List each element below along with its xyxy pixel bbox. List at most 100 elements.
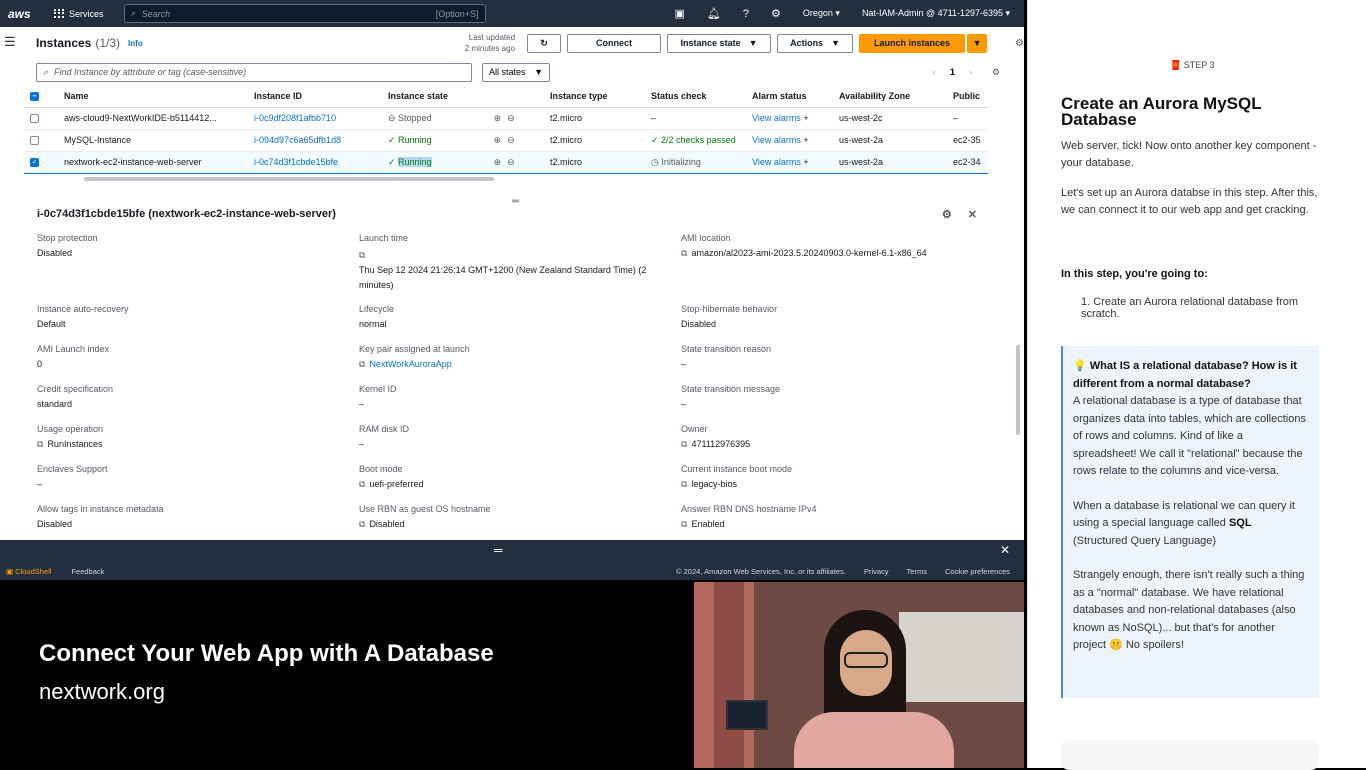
zoom-in-icon[interactable]: ⊕ — [494, 157, 502, 167]
refresh-button[interactable]: ↻ — [527, 33, 562, 53]
column-instance-state[interactable]: Instance state — [382, 85, 544, 108]
caret-down-icon: ▼ — [831, 38, 840, 48]
column-public[interactable]: Public — [947, 85, 988, 108]
instance-filter-input[interactable]: ⌕ Find Instance by attribute or tag (case… — [36, 62, 472, 82]
console-footer: ▣ CloudShell Feedback © 2024, Amazon Web… — [0, 562, 1024, 580]
states-select[interactable]: All states ▼ — [482, 62, 550, 82]
row-select[interactable] — [24, 107, 58, 130]
row-select[interactable] — [24, 129, 58, 152]
feedback-link[interactable]: Feedback — [71, 567, 104, 576]
callout-paragraph: When a database is relational we can que… — [1073, 498, 1309, 551]
detail-label: Owner — [681, 424, 708, 434]
availability-zone: us-west-2c — [833, 107, 947, 130]
row-select[interactable]: ✓ — [24, 150, 58, 174]
aws-logo[interactable]: aws — [8, 7, 44, 21]
aws-console: aws Services ⌕ Search [Option+S] ▣ 🔔︎ ? ⚙ … — [0, 0, 1024, 580]
instance-id-link[interactable]: i-094d97c6a65dfb1d8 — [248, 129, 382, 152]
column-az[interactable]: Availability Zone — [833, 85, 947, 108]
instance-state-button[interactable]: Instance state ▼ — [667, 33, 772, 53]
zoom-out-icon[interactable]: ⊖ — [507, 157, 515, 167]
copy-icon[interactable]: ⧉ — [681, 439, 687, 449]
filter-placeholder: Find Instance by attribute or tag (case-… — [54, 67, 247, 77]
copy-icon[interactable]: ⧉ — [359, 519, 365, 529]
column-label: Instance ID — [254, 90, 303, 101]
cloudshell-link[interactable]: ▣ CloudShell — [6, 567, 51, 576]
copy-icon[interactable]: ⧉ — [359, 479, 365, 489]
actions-button[interactable]: Actions ▼ — [777, 33, 854, 53]
copy-icon[interactable]: ⧉ — [681, 519, 687, 529]
view-alarms-link[interactable]: View alarms — [752, 135, 801, 145]
info-link[interactable]: Info — [128, 39, 143, 48]
cookie-preferences-link[interactable]: Cookie preferences — [945, 567, 1010, 576]
copy-icon[interactable]: ⧉ — [681, 479, 687, 489]
detail-value: uefi-preferred — [369, 479, 424, 489]
instance-id-link[interactable]: i-0c9df208f1afbb710 — [248, 107, 382, 130]
select-all-header[interactable]: – — [24, 85, 58, 108]
zoom-out-icon[interactable]: ⊖ — [507, 135, 515, 145]
detail-value: – — [359, 439, 365, 449]
gear-icon[interactable]: ⚙ — [942, 208, 952, 221]
drag-handle-icon[interactable]: ═ — [494, 543, 503, 557]
page-number[interactable]: 1 — [950, 67, 955, 77]
horizontal-scrollbar[interactable] — [84, 176, 494, 181]
copy-icon[interactable]: ⧉ — [359, 359, 365, 369]
copy-icon[interactable]: ⧉ — [681, 248, 687, 258]
detail-value: – — [681, 359, 687, 369]
alarm-status[interactable]: View alarms + — [746, 107, 833, 130]
column-instance-id[interactable]: Instance ID — [248, 85, 382, 108]
copy-icon[interactable]: ⧉ — [359, 248, 677, 263]
cloudshell-icon[interactable]: ▣ — [675, 7, 685, 20]
connect-button[interactable]: Connect — [567, 33, 662, 53]
row-checkbox[interactable] — [30, 114, 39, 124]
launch-instances-button[interactable]: Launch instances — [859, 33, 966, 53]
search-input[interactable]: ⌕ Search [Option+S] — [123, 4, 486, 23]
view-alarms-link[interactable]: View alarms — [752, 113, 801, 123]
column-alarm-status[interactable]: Alarm status — [746, 85, 833, 108]
detail-item: Current instance boot mode ⧉ legacy-bios — [681, 464, 1003, 504]
table-row-selected[interactable]: ✓ nextwork-ec2-instance-web-server i-0c7… — [24, 150, 988, 174]
alarm-status[interactable]: View alarms + — [746, 150, 833, 174]
vertical-scrollbar[interactable] — [1016, 345, 1020, 435]
terms-link[interactable]: Terms — [907, 567, 927, 576]
bell-icon[interactable]: 🔔︎ — [707, 7, 721, 20]
zoom-in-icon[interactable]: ⊕ — [494, 135, 502, 145]
plus-icon[interactable]: + — [803, 157, 808, 167]
select-all-checkbox[interactable]: – — [30, 91, 39, 101]
next-page-icon[interactable]: › — [969, 67, 972, 77]
table-row[interactable]: aws-cloud9-NextWorkIDE-b5114412... i-0c9… — [24, 107, 988, 130]
help-icon[interactable]: ? — [743, 8, 749, 20]
instance-type: t2.micro — [544, 150, 645, 174]
launch-dropdown-button[interactable]: ▼ — [967, 33, 988, 53]
column-instance-type[interactable]: Instance type — [544, 85, 645, 108]
selection-count: (1/3) — [95, 36, 121, 50]
region-selector[interactable]: Oregon ▾ — [803, 8, 840, 19]
detail-item: Launch time ⧉ Thu Sep 12 2024 21:26:14 GMT… — [359, 233, 681, 304]
column-name[interactable]: Name — [58, 85, 248, 108]
instance-id-link[interactable]: i-0c74d3f1cbde15bfe — [248, 150, 382, 174]
zoom-out-icon[interactable]: ⊖ — [507, 113, 515, 123]
column-status-check[interactable]: Status check — [645, 85, 746, 108]
zoom-in-icon[interactable]: ⊕ — [494, 113, 502, 123]
view-alarms-link[interactable]: View alarms — [752, 157, 801, 167]
row-checkbox-checked[interactable]: ✓ — [30, 158, 39, 168]
account-menu[interactable]: Nat-IAM-Admin @ 4711-1297-6395 ▾ — [862, 8, 1010, 19]
preferences-icon[interactable]: ⚙ — [992, 67, 1000, 78]
detail-value: normal — [359, 319, 387, 329]
services-menu[interactable]: Services — [54, 8, 104, 19]
column-label: Availability Zone — [839, 90, 911, 101]
search-placeholder: Search — [141, 8, 171, 19]
row-checkbox[interactable] — [30, 136, 39, 146]
menu-icon[interactable]: ☰ — [4, 34, 16, 50]
plus-icon[interactable]: + — [803, 113, 808, 123]
plus-icon[interactable]: + — [803, 135, 808, 145]
copy-icon[interactable]: ⧉ — [37, 439, 43, 449]
prev-page-icon[interactable]: ‹ — [933, 67, 936, 77]
key-pair-link[interactable]: NextWorkAuroraApp — [369, 359, 451, 369]
close-icon[interactable]: ✕ — [968, 208, 977, 221]
privacy-link[interactable]: Privacy — [864, 567, 889, 576]
table-row[interactable]: MySQL-Instance i-094d97c6a65dfb1d8 ✓ Run… — [24, 129, 988, 152]
settings-icon[interactable]: ⚙ — [1015, 38, 1024, 49]
gear-icon[interactable]: ⚙ — [771, 7, 781, 20]
alarm-status[interactable]: View alarms + — [746, 129, 833, 152]
close-icon[interactable]: ✕ — [1000, 543, 1010, 557]
